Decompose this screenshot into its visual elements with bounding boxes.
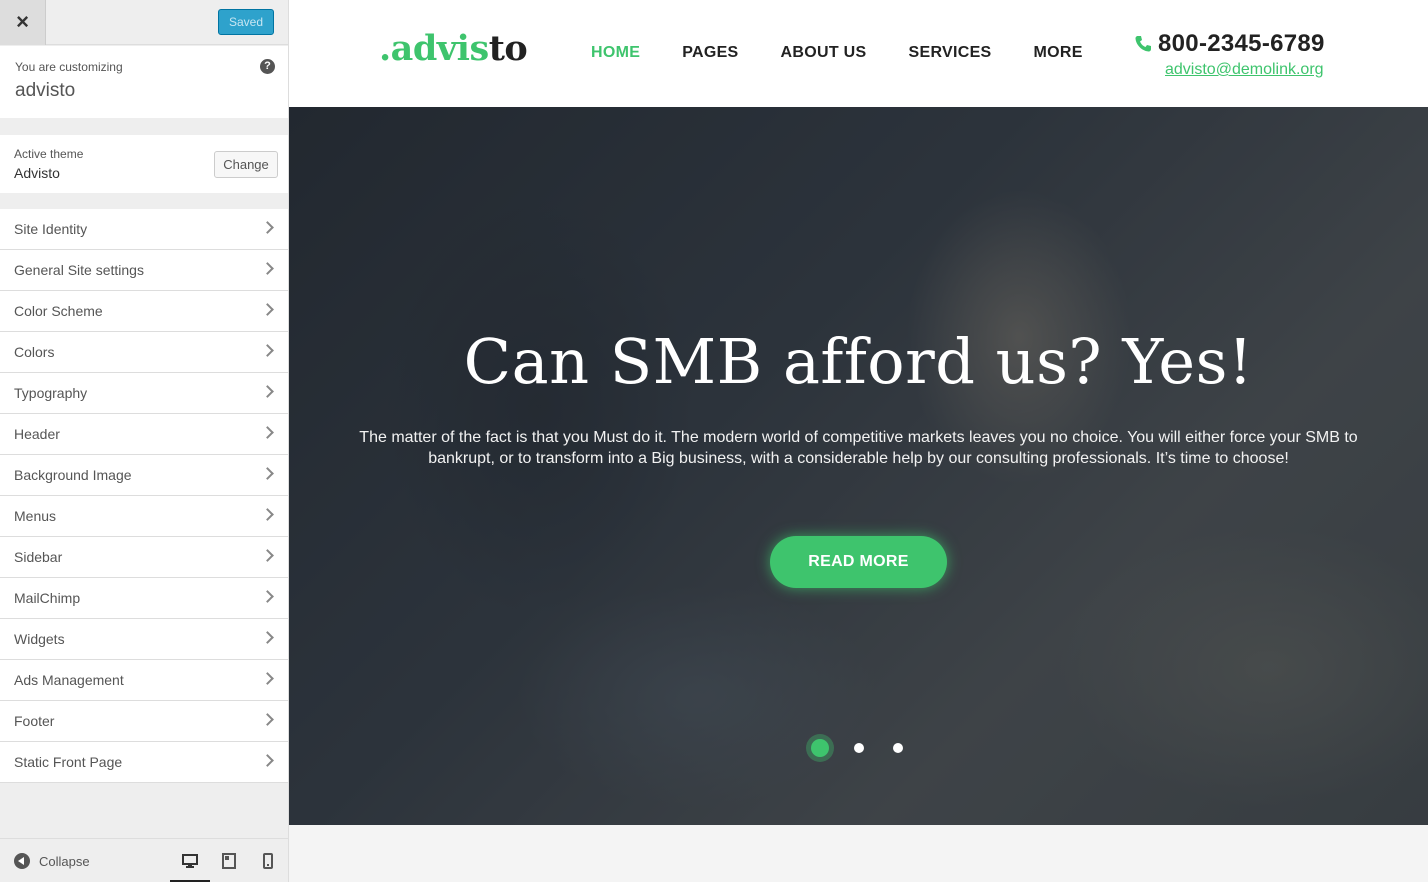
hero-slider: Can SMB afford us? Yes! The matter of th… [289,107,1428,825]
section-label: Site Identity [14,221,88,237]
section-label: Static Front Page [14,754,123,770]
slider-pagination [806,734,916,764]
main-nav: HOME PAGES ABOUT US SERVICES MORE [591,44,1125,62]
nav-about-us[interactable]: ABOUT US [781,44,867,62]
slide-dot-1[interactable] [806,734,834,762]
hero-text: The matter of the fact is that you Must … [359,429,1358,467]
section-sidebar[interactable]: Sidebar [0,537,288,578]
phone-contact: 800-2345-6789 [1134,30,1325,58]
tablet-icon [222,853,236,869]
logo-prefix: .advis [379,28,489,69]
nav-more[interactable]: MORE [1034,44,1083,62]
section-ads-management[interactable]: Ads Management [0,660,288,701]
mobile-icon [263,853,273,869]
customizer-sidebar: × Saved You are customizing advisto ? Ac… [0,0,289,882]
tablet-preview-button[interactable] [209,849,249,882]
section-typography[interactable]: Typography [0,373,288,414]
site-name: advisto [15,80,76,101]
change-theme-button[interactable]: Change [214,151,278,178]
section-label: Menus [14,508,57,524]
hero-title: Can SMB afford us? Yes! [463,325,1254,398]
section-colors[interactable]: Colors [0,332,288,373]
section-label: MailChimp [14,590,81,606]
desktop-preview-button[interactable] [170,849,210,882]
active-theme-name: Advisto [14,165,60,181]
nav-services[interactable]: SERVICES [909,44,992,62]
customizing-info: You are customizing advisto ? [0,46,288,118]
section-background-image[interactable]: Background Image [0,455,288,496]
nav-pages[interactable]: PAGES [682,44,738,62]
close-icon[interactable]: × [0,0,46,45]
slide-dot-3[interactable] [893,743,903,753]
chevron-right-icon [261,426,274,439]
help-icon[interactable]: ? [260,59,275,74]
collapse-icon[interactable] [14,853,30,869]
section-label: Header [14,426,60,442]
site-preview: .advisto HOME PAGES ABOUT US SERVICES MO… [289,0,1428,882]
section-label: Ads Management [14,672,124,688]
section-menus[interactable]: Menus [0,496,288,537]
chevron-right-icon [261,713,274,726]
chevron-right-icon [261,262,274,275]
section-site-identity[interactable]: Site Identity [0,209,288,250]
section-label: Typography [14,385,88,401]
slide-dot-2[interactable] [854,743,864,753]
email-link[interactable]: advisto@demolink.org [1165,61,1324,79]
section-color-scheme[interactable]: Color Scheme [0,291,288,332]
section-header[interactable]: Header [0,414,288,455]
phone-icon [1135,36,1151,52]
section-label: Colors [14,344,55,360]
logo-suffix: to [488,28,528,69]
section-label: Background Image [14,467,132,483]
active-theme-label: Active theme [14,147,84,161]
customizer-sections: Site Identity General Site settings Colo… [0,209,288,783]
read-more-button[interactable]: READ MORE [770,536,947,588]
site-logo[interactable]: .advisto [379,28,528,69]
chevron-right-icon [261,385,274,398]
chevron-right-icon [261,303,274,316]
section-label: General Site settings [14,262,144,278]
desktop-icon [182,854,198,868]
save-button[interactable]: Saved [218,9,274,35]
section-general-site-settings[interactable]: General Site settings [0,250,288,291]
chevron-right-icon [261,631,274,644]
section-label: Color Scheme [14,303,103,319]
section-label: Sidebar [14,549,63,565]
chevron-right-icon [261,672,274,685]
chevron-right-icon [261,344,274,357]
customizing-label: You are customizing [15,60,123,74]
active-theme-panel: Active theme Advisto Change [0,135,288,193]
section-footer[interactable]: Footer [0,701,288,742]
section-label: Footer [14,713,55,729]
customizer-header: × Saved [0,0,288,45]
collapse-button[interactable]: Collapse [39,854,90,869]
mobile-preview-button[interactable] [248,849,288,882]
site-header: .advisto HOME PAGES ABOUT US SERVICES MO… [289,0,1428,107]
chevron-right-icon [261,467,274,480]
section-label: Widgets [14,631,65,647]
customizer-footer: Collapse [0,838,288,882]
chevron-right-icon [261,508,274,521]
chevron-right-icon [261,221,274,234]
phone-number[interactable]: 800-2345-6789 [1158,30,1325,58]
section-static-front-page[interactable]: Static Front Page [0,742,288,783]
chevron-right-icon [261,549,274,562]
section-widgets[interactable]: Widgets [0,619,288,660]
nav-home[interactable]: HOME [591,44,640,62]
chevron-right-icon [261,590,274,603]
section-mailchimp[interactable]: MailChimp [0,578,288,619]
chevron-right-icon [261,754,274,767]
